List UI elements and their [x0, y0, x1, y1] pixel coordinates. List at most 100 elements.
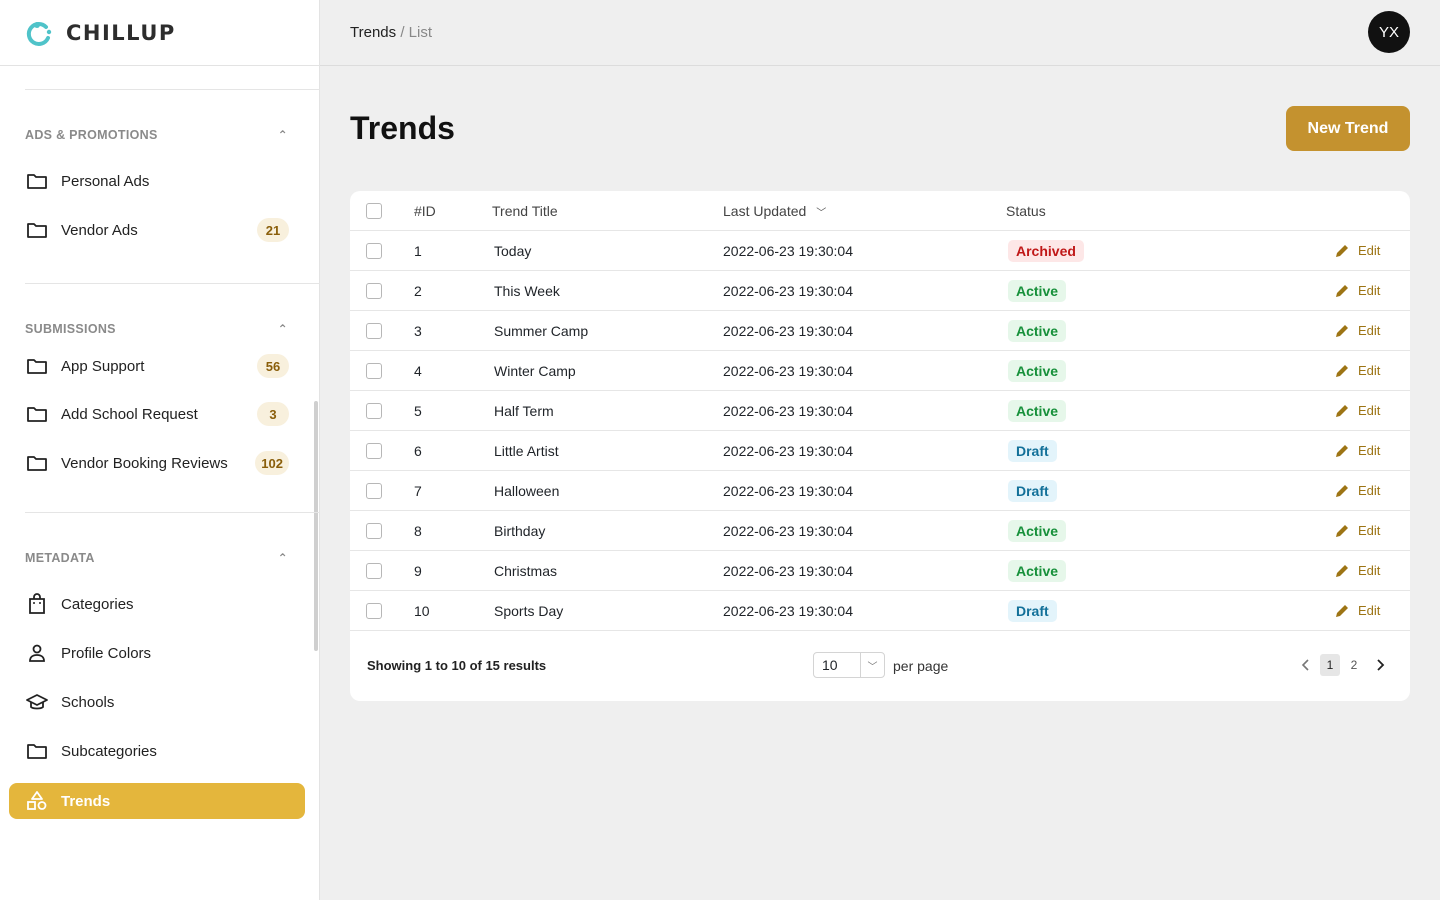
avatar[interactable]: YX [1368, 11, 1410, 53]
graduation-cap-icon [25, 690, 49, 714]
status-badge: Draft [1008, 599, 1057, 622]
column-header-status[interactable]: Status [1006, 203, 1046, 219]
row-checkbox[interactable] [366, 282, 382, 299]
edit-button[interactable]: Edit [1334, 603, 1380, 619]
column-header-last-updated[interactable]: Last Updated ﹀ [723, 203, 826, 219]
chevron-up-icon[interactable]: ⌃ [278, 551, 288, 565]
edit-button[interactable]: Edit [1334, 563, 1380, 579]
edit-button[interactable]: Edit [1334, 443, 1380, 459]
sidebar-item-trends[interactable]: Trends [9, 783, 305, 819]
row-checkbox[interactable] [366, 362, 382, 379]
sidebar-item-categories[interactable]: Categories [9, 586, 305, 622]
row-checkbox[interactable] [366, 602, 382, 619]
table-row[interactable]: 8 Birthday 2022-06-23 19:30:04 Active Edit [350, 511, 1410, 551]
trends-table-card: #ID Trend Title Last Updated ﹀ Status 1 T… [350, 191, 1410, 701]
pencil-icon [1336, 484, 1348, 497]
pencil-icon [1336, 604, 1348, 617]
cell-title: Half Term [494, 402, 554, 419]
chevron-right-icon[interactable] [1370, 654, 1390, 676]
column-header-title[interactable]: Trend Title [492, 203, 558, 219]
edit-label: Edit [1358, 483, 1381, 498]
select-all-checkbox[interactable] [366, 202, 382, 219]
group-header-ads-promotions[interactable]: ADS & PROMOTIONS ⌃ [25, 128, 288, 142]
table-row[interactable]: 6 Little Artist 2022-06-23 19:30:04 Draft Ed… [350, 431, 1410, 471]
folder-icon [25, 354, 49, 378]
row-checkbox[interactable] [366, 322, 382, 339]
folder-icon [25, 451, 49, 475]
status-badge: Archived [1008, 239, 1084, 262]
table-row[interactable]: 1 Today 2022-06-23 19:30:04 Archived Edit [350, 231, 1410, 271]
edit-button[interactable]: Edit [1334, 523, 1380, 539]
row-checkbox[interactable] [366, 522, 382, 539]
chevron-up-icon[interactable]: ⌃ [278, 128, 288, 142]
group-header-submissions[interactable]: SUBMISSIONS ⌃ [25, 322, 288, 336]
edit-label: Edit [1358, 443, 1381, 458]
per-page-value: 10 [822, 657, 838, 673]
sidebar-item-vendor-booking-reviews[interactable]: Vendor Booking Reviews 102 [9, 445, 305, 481]
table-row[interactable]: 5 Half Term 2022-06-23 19:30:04 Active Edit [350, 391, 1410, 431]
chevron-up-icon[interactable]: ⌃ [278, 322, 288, 336]
sidebar-item-label: Add School Request [61, 405, 198, 423]
shopping-bag-icon [25, 592, 49, 616]
cell-title: Little Artist [494, 442, 559, 459]
cell-title: Summer Camp [494, 322, 589, 339]
divider [25, 512, 320, 513]
table-header-row: #ID Trend Title Last Updated ﹀ Status [350, 191, 1410, 231]
sidebar-item-label: Personal Ads [61, 172, 150, 190]
edit-button[interactable]: Edit [1334, 403, 1380, 419]
per-page-select[interactable]: 10 ﹀ [813, 652, 885, 678]
sidebar-item-app-support[interactable]: App Support 56 [9, 348, 305, 384]
edit-button[interactable]: Edit [1334, 363, 1380, 379]
chevron-left-icon[interactable] [1296, 654, 1316, 676]
page-button-1[interactable]: 1 [1320, 654, 1340, 676]
sidebar-item-vendor-ads[interactable]: Vendor Ads 21 [9, 212, 305, 248]
row-checkbox[interactable] [366, 562, 382, 579]
sidebar-item-label: Schools [61, 693, 115, 711]
breadcrumb-current[interactable]: Trends [350, 24, 396, 41]
sidebar-item-profile-colors[interactable]: Profile Colors [9, 635, 305, 671]
table-row[interactable]: 4 Winter Camp 2022-06-23 19:30:04 Active Edi… [350, 351, 1410, 391]
cell-last-updated: 2022-06-23 19:30:04 [723, 602, 853, 619]
edit-button[interactable]: Edit [1334, 323, 1380, 339]
status-badge: Active [1008, 319, 1067, 342]
page-title: Trends [350, 110, 455, 146]
sidebar-scrollbar[interactable] [314, 401, 318, 651]
cell-id: 1 [414, 242, 422, 259]
table-row[interactable]: 3 Summer Camp 2022-06-23 19:30:04 Active Edi… [350, 311, 1410, 351]
sort-chevron-down-icon[interactable]: ﹀ [816, 204, 826, 219]
new-trend-button[interactable]: New Trend [1286, 106, 1410, 151]
row-checkbox[interactable] [366, 402, 382, 419]
sidebar-item-subcategories[interactable]: Subcategories [9, 733, 305, 769]
logo-icon [24, 18, 54, 48]
sidebar-scroll-area[interactable]: ADS & PROMOTIONS ⌃ Personal Ads Vendor A… [0, 66, 320, 900]
sidebar-item-label: Vendor Booking Reviews [61, 454, 228, 472]
cell-title: Sports Day [494, 602, 564, 619]
column-header-id[interactable]: #ID [414, 203, 436, 219]
cell-id: 8 [414, 522, 422, 539]
sidebar-item-label: App Support [61, 357, 145, 375]
edit-button[interactable]: Edit [1334, 283, 1380, 299]
table-row[interactable]: 2 This Week 2022-06-23 19:30:04 Active Edit [350, 271, 1410, 311]
brand[interactable]: CHILLUP [0, 0, 319, 66]
pencil-icon [1336, 444, 1348, 457]
column-header-label: Last Updated [723, 202, 807, 219]
cell-title: This Week [494, 282, 560, 299]
folder-icon [25, 169, 49, 193]
row-checkbox[interactable] [366, 442, 382, 459]
page-button-2[interactable]: 2 [1344, 654, 1364, 676]
sidebar-item-personal-ads[interactable]: Personal Ads [9, 163, 305, 199]
cell-title: Today [494, 242, 532, 259]
table-row[interactable]: 7 Halloween 2022-06-23 19:30:04 Draft Edit [350, 471, 1410, 511]
row-checkbox[interactable] [366, 242, 382, 259]
sidebar-item-schools[interactable]: Schools [9, 684, 305, 720]
cell-id: 10 [414, 602, 430, 619]
edit-button[interactable]: Edit [1334, 483, 1380, 499]
row-checkbox[interactable] [366, 482, 382, 499]
pencil-icon [1336, 524, 1348, 537]
table-row[interactable]: 10 Sports Day 2022-06-23 19:30:04 Draft Edit [350, 591, 1410, 631]
edit-button[interactable]: Edit [1334, 243, 1380, 259]
status-badge: Active [1008, 399, 1067, 422]
table-row[interactable]: 9 Christmas 2022-06-23 19:30:04 Active Edit [350, 551, 1410, 591]
group-header-metadata[interactable]: METADATA ⌃ [25, 551, 288, 565]
sidebar-item-add-school-request[interactable]: Add School Request 3 [9, 396, 305, 432]
